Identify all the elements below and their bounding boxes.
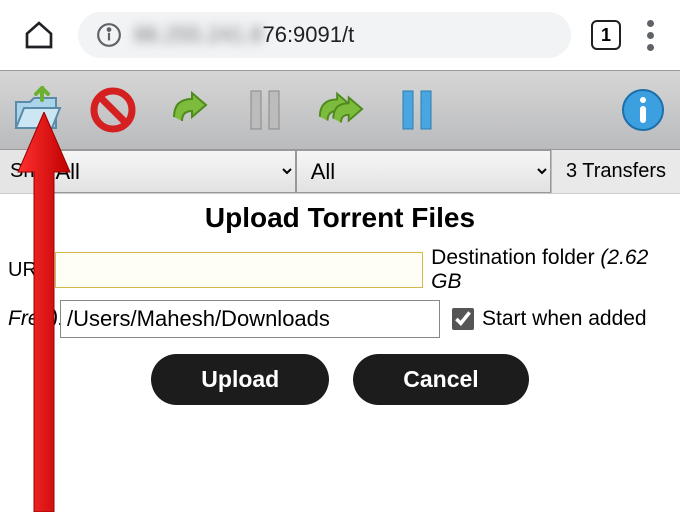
- tabs-button[interactable]: 1: [591, 20, 621, 50]
- start-when-added-checkbox[interactable]: [452, 308, 474, 330]
- pause-button[interactable]: [240, 85, 290, 135]
- show-label: Sh: [0, 160, 40, 183]
- open-torrent-button[interactable]: [12, 85, 62, 135]
- browser-top-bar: 86.255.241.876:9091/t 1: [0, 0, 680, 70]
- site-info-icon[interactable]: [96, 22, 122, 48]
- url-label: URL: [0, 259, 55, 282]
- remove-button[interactable]: [88, 85, 138, 135]
- destination-label: Destination folder (2.62 GB: [423, 246, 680, 294]
- filter-status-select[interactable]: All: [40, 150, 295, 193]
- app-toolbar: [0, 70, 680, 150]
- resume-all-button[interactable]: [316, 85, 366, 135]
- pause-all-button[interactable]: [392, 85, 442, 135]
- transfers-count: 3 Transfers: [551, 150, 680, 193]
- upload-dialog: Upload Torrent Files URL Destination fol…: [0, 194, 680, 425]
- cancel-button[interactable]: Cancel: [353, 354, 528, 405]
- upload-button[interactable]: Upload: [151, 354, 329, 405]
- free-label: Free):: [0, 307, 56, 331]
- url-input[interactable]: [55, 252, 423, 288]
- browser-menu-button[interactable]: [641, 14, 660, 57]
- filter-bar: Sh All All 3 Transfers: [0, 150, 680, 194]
- destination-path-input[interactable]: [60, 300, 440, 338]
- filter-tracker-select[interactable]: All: [296, 150, 551, 193]
- start-when-added-label: Start when added: [482, 307, 647, 331]
- url-bar[interactable]: 86.255.241.876:9091/t: [78, 12, 571, 58]
- resume-button[interactable]: [164, 85, 214, 135]
- info-button[interactable]: [618, 85, 668, 135]
- url-text: 86.255.241.876:9091/t: [134, 22, 354, 48]
- home-button[interactable]: [20, 16, 58, 54]
- dialog-title: Upload Torrent Files: [0, 198, 680, 242]
